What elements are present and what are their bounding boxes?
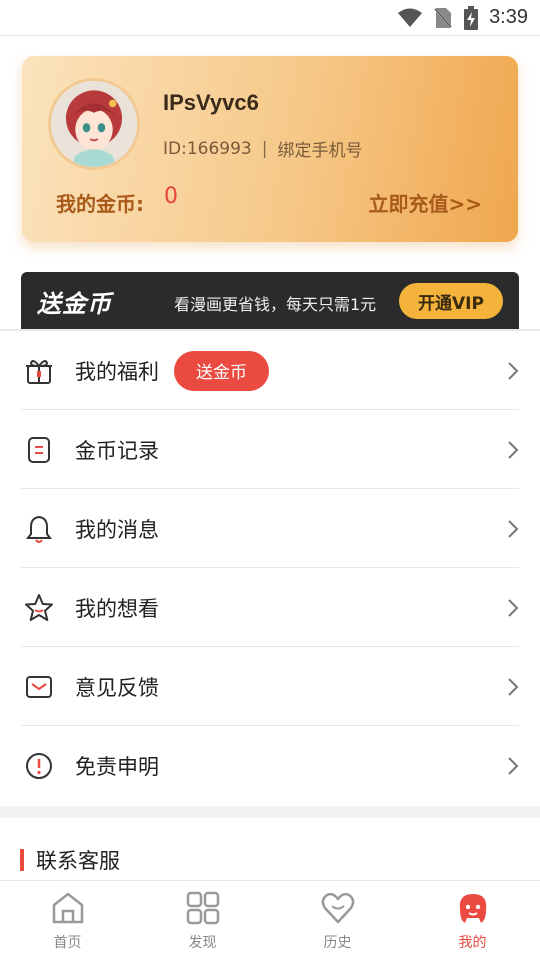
nav-label: 历史 [323,935,352,951]
menu-item-disclaimer[interactable]: 免责申明 [0,726,540,805]
no-sim-icon [433,6,453,29]
chevron-right-icon [508,598,519,617]
mail-icon [26,675,52,698]
vip-banner[interactable]: 送金币 看漫画更省钱，每天只需1元 开通VIP [21,272,519,329]
menu-item-wishlist[interactable]: 我的想看 [0,568,540,647]
menu-item-label: 我的消息 [75,517,159,542]
menu-item-welfare[interactable]: 我的福利 送金币 [0,331,540,410]
alert-icon [26,752,52,779]
avatar[interactable] [48,78,140,170]
menu-item-label: 我的福利 [75,359,159,384]
status-time: 3:39 [489,6,528,28]
menu-list: 我的福利 送金币 金币记录 我的消息 我的想看 意见反馈 免责申明 [0,331,540,805]
menu-item-label: 我的想看 [75,596,159,621]
coins-label: 我的金币: [56,192,144,216]
menu-item-label: 金币记录 [75,438,159,463]
username: IPsVyvc6 [163,90,259,115]
gift-icon [26,359,52,384]
open-vip-button[interactable]: 开通VIP [399,283,503,319]
menu-item-feedback[interactable]: 意见反馈 [0,647,540,726]
nav-item-home[interactable]: 首页 [0,881,135,960]
section-gap [0,806,540,818]
menu-item-coin-record[interactable]: 金币记录 [0,410,540,489]
chevron-right-icon [508,756,519,775]
grid-icon [186,891,219,925]
bottom-nav: 首页 发现 历史 我的 [0,880,540,960]
meta-separator: | [261,138,268,159]
nav-item-history[interactable]: 历史 [270,881,405,960]
coins-value: 0 [164,184,178,209]
chevron-right-icon [508,440,519,459]
chevron-right-icon [508,361,519,380]
nav-label: 发现 [188,935,217,951]
user-id: ID:166993 [163,138,252,159]
coin-record-icon [28,436,50,463]
bell-icon [26,515,52,543]
vip-banner-title: 送金币 [37,290,112,318]
nav-label: 首页 [53,935,82,951]
recharge-button[interactable]: 立即充值>> [368,188,482,217]
status-bar: 3:39 [0,0,540,36]
gift-coins-badge[interactable]: 送金币 [174,350,269,391]
section-accent-bar [20,849,24,871]
profile-face-icon [459,894,486,923]
user-meta: ID:166993 | 绑定手机号 [163,136,362,162]
contact-title: 联系客服 [36,849,120,873]
star-icon [25,593,53,621]
contact-section-header: 联系客服 [20,846,120,874]
home-icon [52,892,83,924]
chevron-right-icon [508,519,519,538]
menu-item-label: 免责申明 [75,754,159,779]
bind-phone-link[interactable]: 绑定手机号 [277,136,362,161]
battery-charging-icon [464,5,479,30]
nav-item-discover[interactable]: 发现 [135,881,270,960]
wifi-icon [398,8,423,27]
vip-promo-text: 看漫画更省钱，每天只需1元 [174,295,377,314]
chevron-right-icon [508,677,519,696]
profile-card: IPsVyvc6 ID:166993 | 绑定手机号 我的金币: 0 立即充值>… [22,56,518,242]
nav-item-mine[interactable]: 我的 [405,881,540,960]
menu-item-label: 意见反馈 [75,675,159,700]
avatar-image [51,81,137,167]
nav-label: 我的 [458,935,487,951]
menu-item-messages[interactable]: 我的消息 [0,489,540,568]
heart-icon [321,892,354,924]
